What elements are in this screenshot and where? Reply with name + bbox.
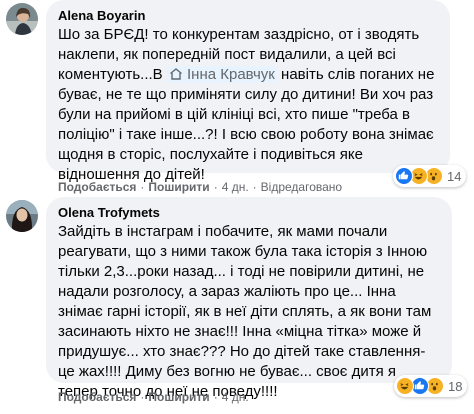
share-button[interactable]: Поширити — [148, 180, 209, 194]
comment-bubble: Alena Boyarin Шо за БРЄД! то конкурентам… — [46, 0, 450, 183]
reaction-count: 18 — [448, 378, 463, 394]
comment-bubble: Olena Trofymets Зайдіть в інстаграм і по… — [46, 197, 452, 400]
comment-actions: Подобається · Поширити · 4 дн. · Відредаговано — [58, 180, 343, 194]
comment-text: Зайдіть в інстаграм і побачите, як мами … — [58, 223, 432, 400]
reaction-summary[interactable]: 18 — [394, 375, 468, 397]
comment-author[interactable]: Olena Trofymets — [58, 204, 440, 221]
mention-name: Інна Кравчук — [187, 66, 275, 83]
avatar[interactable] — [6, 3, 38, 35]
comment-actions: Подобається · Поширити · 4 дн. — [58, 390, 249, 404]
comment-author[interactable]: Alena Boyarin — [58, 7, 438, 24]
like-button[interactable]: Подобається — [58, 390, 136, 404]
edited-label: Відредаговано — [260, 180, 343, 194]
haha-icon — [396, 377, 414, 395]
comment-timestamp[interactable]: 4 дн. — [222, 390, 249, 404]
reaction-count: 14 — [447, 168, 462, 184]
comment-text-end: навіть слів поганих не буває, не те що п… — [58, 66, 435, 183]
like-icon — [395, 167, 413, 185]
avatar[interactable] — [6, 200, 38, 232]
share-button[interactable]: Поширити — [148, 390, 209, 404]
comment-text: Шо за БРЄД! то конкурентам заздрісно, от… — [58, 25, 438, 185]
mention-link[interactable]: Інна Кравчук — [166, 66, 277, 83]
comment-timestamp[interactable]: 4 дн. — [222, 180, 249, 194]
like-button[interactable]: Подобається — [58, 180, 136, 194]
page-icon — [169, 68, 182, 80]
reaction-summary[interactable]: 14 — [393, 165, 467, 187]
